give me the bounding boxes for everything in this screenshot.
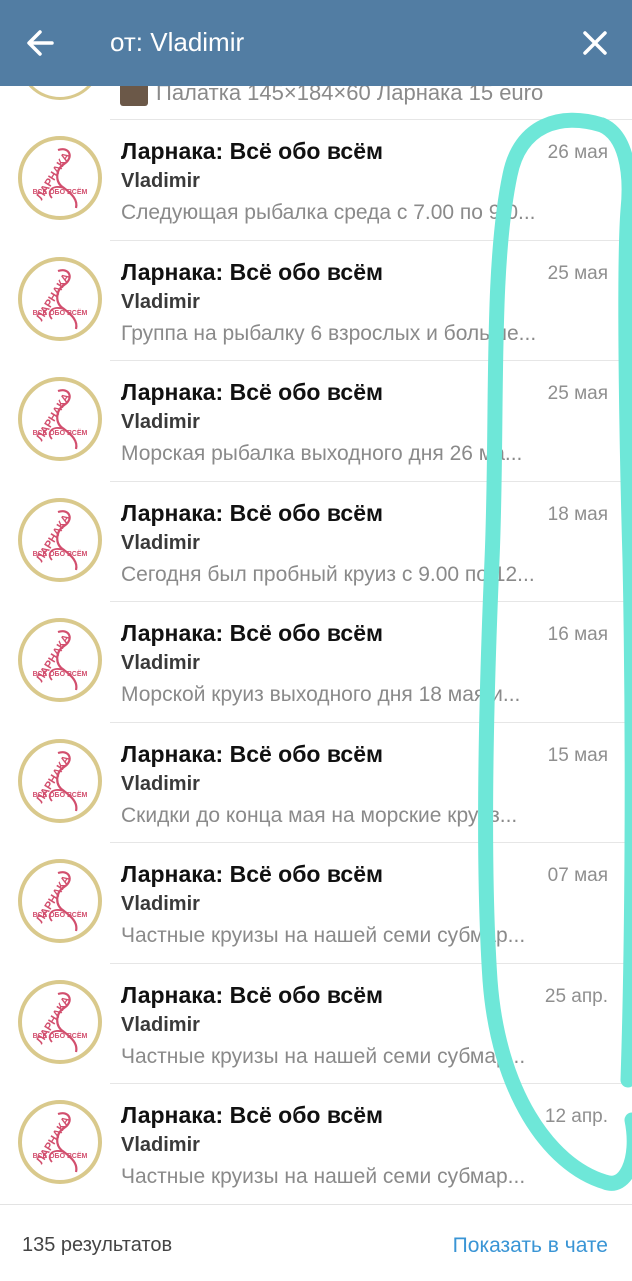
message-date: 15 мая [547, 744, 608, 766]
sender-name: Vladimir [121, 652, 200, 674]
divider [110, 962, 632, 964]
close-button[interactable] [572, 20, 618, 66]
divider [110, 239, 632, 241]
list-item[interactable]: ЛАРНАКА ВСЁ ОБО ВСЁМ Ларнака: Всё обо вс… [0, 721, 632, 842]
chat-title: Ларнака: Всё обо всём [121, 981, 384, 1008]
close-icon [583, 31, 607, 55]
sender-name: Vladimir [121, 1013, 200, 1036]
message-date: 07 мая [547, 865, 608, 886]
avatar [18, 86, 102, 100]
sender-name: Vladimir [121, 893, 200, 915]
message-preview: Частные круизы на нашей семи субмар... [121, 924, 526, 947]
chat-title: Ларнака: Всё обо всём [121, 258, 384, 285]
top-app-bar: от: Vladimir [0, 0, 632, 86]
divider [110, 842, 632, 843]
divider [110, 601, 632, 602]
divider [110, 480, 632, 482]
back-button[interactable] [18, 20, 64, 66]
sender-name: Vladimir [121, 1134, 200, 1156]
sender-name: Vladimir [121, 772, 200, 795]
list-item[interactable]: ЛАРНАКА ВСЁ ОБО ВСЁМ Ларнака: Всё обо вс… [0, 239, 632, 360]
message-date: 16 мая [547, 624, 608, 645]
arrow-left-icon [27, 30, 54, 56]
list-item[interactable]: ЛАРНАКА ВСЁ ОБО ВСЁМ Ларнака: Всё обо вс… [0, 962, 632, 1083]
list-item[interactable]: ЛАРНАКА ВСЁ ОБО ВСЁМ Ларнака: Всё обо вс… [0, 480, 632, 601]
avatar: ЛАРНАКА ВСЁ ОБО ВСЁМ [18, 497, 102, 582]
divider [110, 721, 632, 723]
search-query[interactable]: от: Vladimir [110, 27, 244, 58]
avatar-logo-subtext: ВСЁ ОБО ВСЁМ [33, 309, 88, 317]
message-thumbnail [120, 86, 148, 106]
chat-title: Ларнака: Всё обо всём [121, 499, 384, 526]
avatar-logo-subtext: ВСЁ ОБО ВСЁМ [33, 791, 88, 799]
list-item[interactable]: ЛАРНАКА ВСЁ ОБО ВСЁМ Ларнака: Всё обо вс… [0, 842, 632, 962]
divider [110, 360, 632, 361]
sender-name: Vladimir [121, 170, 200, 192]
avatar: ЛАРНАКА ВСЁ ОБО ВСЁМ [18, 979, 102, 1064]
avatar: ЛАРНАКА ВСЁ ОБО ВСЁМ [18, 136, 102, 220]
message-preview: Скидки до конца мая на морские круиз... [121, 803, 518, 827]
list-item-partial[interactable]: Палатка 145×184×60 Ларнака 15 euro [0, 86, 632, 119]
avatar: ЛАРНАКА ВСЁ ОБО ВСЁМ [18, 377, 102, 461]
sender-name: Vladimir [121, 531, 200, 554]
list-item[interactable]: ЛАРНАКА ВСЁ ОБО ВСЁМ Ларнака: Всё обо вс… [0, 601, 632, 721]
list-item[interactable]: ЛАРНАКА ВСЁ ОБО ВСЁМ Ларнака: Всё обо вс… [0, 119, 632, 239]
search-results-list[interactable]: Палатка 145×184×60 Ларнака 15 euro ЛАРНА… [0, 86, 632, 1204]
message-date: 12 апр. [544, 1106, 608, 1127]
avatar-logo-subtext: ВСЁ ОБО ВСЁМ [33, 670, 88, 678]
chat-title: Ларнака: Всё обо всём [121, 379, 384, 405]
show-in-chat-button[interactable]: Показать в чате [453, 1234, 608, 1258]
message-preview: Сегодня был пробный круиз с 9.00 по 12..… [121, 562, 535, 586]
results-count: 135 результатов [22, 1234, 173, 1256]
list-item[interactable]: ЛАРНАКА ВСЁ ОБО ВСЁМ Ларнака: Всё обо вс… [0, 360, 632, 480]
message-date: 25 мая [547, 383, 608, 404]
avatar: ЛАРНАКА ВСЁ ОБО ВСЁМ [18, 618, 102, 702]
search-footer: 135 результатов Показать в чате [0, 1204, 632, 1281]
avatar-logo-subtext: ВСЁ ОБО ВСЁМ [33, 1152, 88, 1160]
message-date: 26 мая [547, 142, 608, 163]
avatar: ЛАРНАКА ВСЁ ОБО ВСЁМ [18, 738, 102, 823]
chat-title: Ларнака: Всё обо всём [121, 620, 384, 646]
avatar: ЛАРНАКА ВСЁ ОБО ВСЁМ [18, 859, 102, 943]
message-preview: Морской круиз выходного дня 18 мая и... [121, 683, 521, 706]
avatar-logo-subtext: ВСЁ ОБО ВСЁМ [33, 1032, 88, 1040]
message-date: 25 апр. [544, 985, 608, 1007]
message-preview: Палатка 145×184×60 Ларнака 15 euro [156, 86, 544, 105]
chat-title: Ларнака: Всё обо всём [121, 138, 384, 164]
avatar-logo-subtext: ВСЁ ОБО ВСЁМ [33, 188, 88, 196]
message-preview: Морская рыбалка выходного дня 26 ма... [121, 442, 523, 465]
message-preview: Частные круизы на нашей семи субмар... [121, 1044, 526, 1068]
message-date: 18 мая [547, 503, 608, 525]
sender-name: Vladimir [121, 411, 200, 433]
avatar-logo-subtext: ВСЁ ОБО ВСЁМ [33, 550, 88, 558]
message-preview: Частные круизы на нашей семи субмар... [121, 1165, 526, 1188]
chat-title: Ларнака: Всё обо всём [121, 740, 384, 767]
message-preview: Следующая рыбалка среда с 7.00 по 9.0... [121, 201, 536, 224]
avatar: ЛАРНАКА ВСЁ ОБО ВСЁМ [18, 1100, 102, 1184]
avatar-logo-subtext: ВСЁ ОБО ВСЁМ [33, 429, 88, 437]
divider [110, 119, 632, 120]
message-date: 25 мая [547, 262, 608, 284]
sender-name: Vladimir [121, 290, 200, 313]
avatar: ЛАРНАКА ВСЁ ОБО ВСЁМ [18, 256, 102, 341]
message-preview: Группа на рыбалку 6 взрослых и больше... [121, 321, 537, 345]
list-item[interactable]: ЛАРНАКА ВСЁ ОБО ВСЁМ Ларнака: Всё обо вс… [0, 1083, 632, 1203]
chat-title: Ларнака: Всё обо всём [121, 861, 384, 887]
avatar-logo-subtext: ВСЁ ОБО ВСЁМ [33, 911, 88, 919]
divider [110, 1083, 632, 1084]
chat-title: Ларнака: Всё обо всём [121, 1102, 384, 1128]
